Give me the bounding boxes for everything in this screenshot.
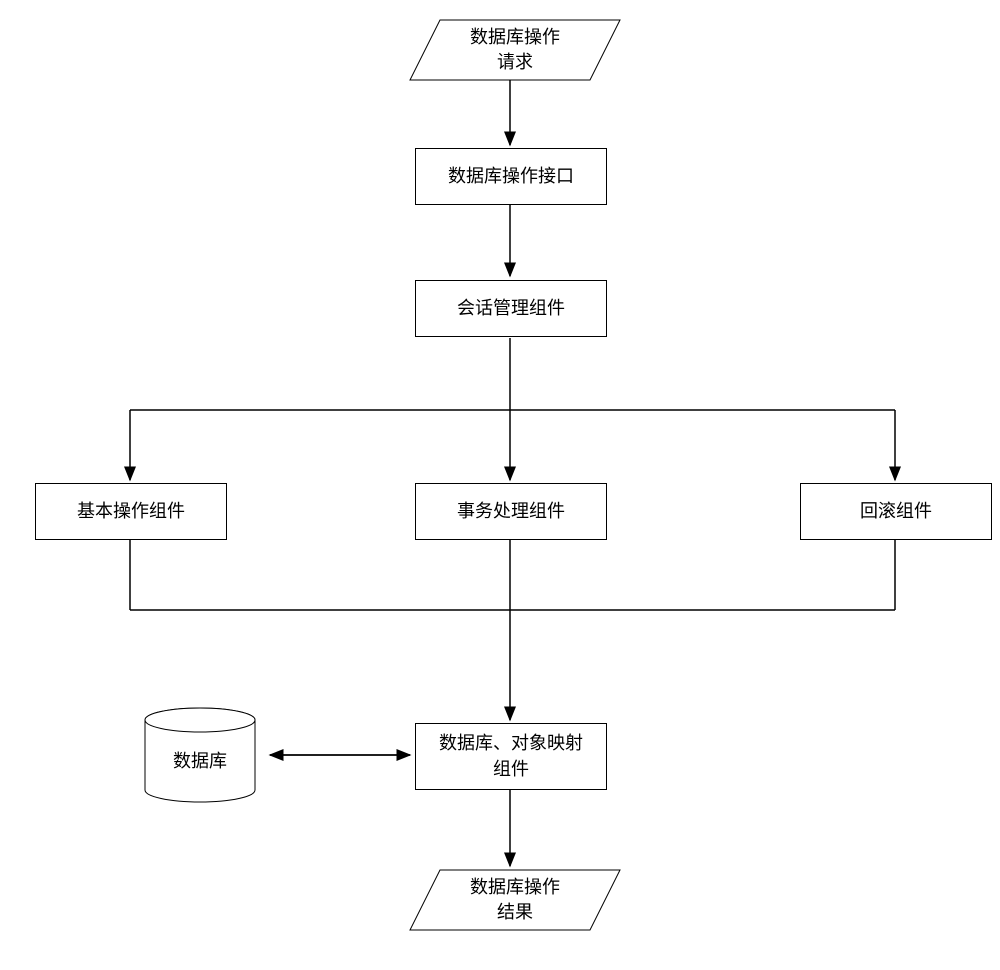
transaction-label: 事务处理组件 bbox=[457, 499, 565, 524]
transaction-node: 事务处理组件 bbox=[415, 483, 607, 540]
basic-label: 基本操作组件 bbox=[77, 499, 185, 524]
mapping-node: 数据库、对象映射 组件 bbox=[415, 723, 607, 790]
request-node: 数据库操作 请求 bbox=[410, 20, 620, 80]
session-label: 会话管理组件 bbox=[457, 296, 565, 321]
request-line1: 数据库操作 bbox=[470, 27, 560, 47]
rollback-node: 回滚组件 bbox=[800, 483, 992, 540]
mapping-line1: 数据库、对象映射 bbox=[439, 733, 583, 753]
rollback-label: 回滚组件 bbox=[860, 499, 932, 524]
interface-node: 数据库操作接口 bbox=[415, 148, 607, 205]
mapping-line2: 组件 bbox=[493, 759, 529, 779]
database-node: 数据库 bbox=[145, 730, 255, 790]
result-line1: 数据库操作 bbox=[470, 877, 560, 897]
result-line2: 结果 bbox=[497, 902, 533, 922]
basic-node: 基本操作组件 bbox=[35, 483, 227, 540]
result-node: 数据库操作 结果 bbox=[410, 870, 620, 930]
database-label: 数据库 bbox=[173, 747, 227, 773]
interface-label: 数据库操作接口 bbox=[448, 164, 574, 189]
request-line2: 请求 bbox=[497, 52, 533, 72]
session-node: 会话管理组件 bbox=[415, 280, 607, 337]
